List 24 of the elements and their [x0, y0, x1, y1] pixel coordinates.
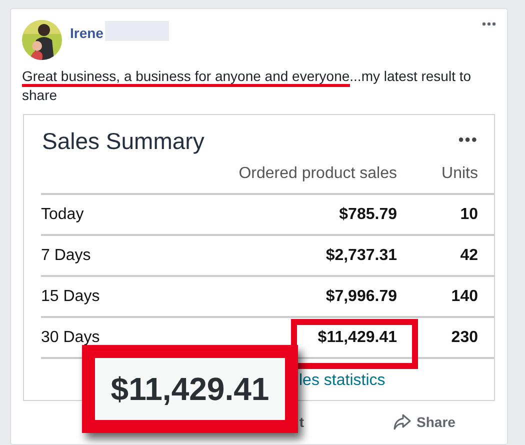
- share-icon: [392, 414, 411, 430]
- author-name[interactable]: Irene: [70, 25, 104, 41]
- share-button[interactable]: Share: [392, 414, 456, 430]
- sales-cell: $785.79: [339, 206, 397, 224]
- statistics-link[interactable]: les statistics: [299, 372, 494, 390]
- column-header: Units: [440, 165, 479, 183]
- sales-cell: $2,737.31: [326, 246, 397, 264]
- units-cell-text: 140: [450, 288, 479, 306]
- more-icon[interactable]: •••: [458, 132, 478, 150]
- column-header: Ordered product sales: [238, 165, 397, 183]
- card-title: Sales Summary: [42, 128, 204, 154]
- period-cell-text: 7 Days: [41, 246, 92, 264]
- comment-button[interactable]: t: [299, 414, 338, 430]
- zoomed-amount: $11,429.41: [110, 370, 270, 408]
- post-text: Great business, a business for anyone and everyone...my latest result to share: [22, 67, 472, 105]
- units-cell-text: 10: [459, 206, 479, 224]
- period-cell-text: 30 Days: [41, 328, 101, 346]
- more-icon[interactable]: [482, 22, 496, 26]
- units-cell-text: 230: [450, 328, 479, 346]
- period-cell-text: 15 Days: [41, 288, 101, 306]
- units-cell-text: 42: [459, 246, 479, 264]
- sales-cell: $7,996.79: [326, 288, 397, 306]
- period-cell-text: Today: [41, 206, 85, 224]
- sales-cell: $11,429.41: [318, 328, 397, 346]
